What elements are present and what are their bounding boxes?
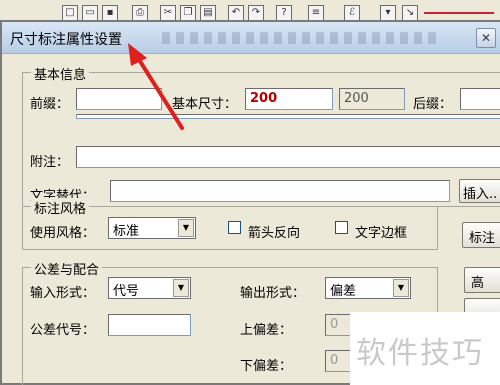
basic-info-group: 基本信息 前缀： 基本尺寸： 200 200 后缀： 附注： 文字替代： 插入.… xyxy=(22,64,500,207)
format-icon[interactable]: ℰ xyxy=(344,5,360,21)
close-icon[interactable]: ✕ xyxy=(476,28,496,48)
insert-button[interactable]: 插入.. xyxy=(459,179,500,203)
output-form-label: 输出形式： xyxy=(240,286,306,301)
layer-icon[interactable]: ≡ xyxy=(308,5,324,21)
chevron-down-icon[interactable]: ▼ xyxy=(173,279,189,297)
reverse-arrow-checkbox[interactable] xyxy=(228,221,241,234)
suffix-input[interactable] xyxy=(460,88,500,110)
use-style-select[interactable]: 标准 ▼ xyxy=(108,217,196,239)
reverse-arrow-label: 箭头反向 xyxy=(248,226,301,241)
print-icon[interactable]: ⎙ xyxy=(132,5,148,21)
text-replace-input[interactable] xyxy=(110,180,450,202)
color-dropdown-icon[interactable]: ▾ xyxy=(380,5,396,21)
upper-deviation-label: 上偏差： xyxy=(240,323,293,338)
style-group: 标注风格 使用风格： 标准 ▼ 箭头反向 文字边框 xyxy=(22,198,438,250)
note-label: 附注： xyxy=(30,155,70,170)
dialog-title: 尺寸标注属性设置 xyxy=(10,32,122,48)
line-color-swatch xyxy=(424,12,494,14)
undo-icon[interactable]: ↶ xyxy=(228,5,244,21)
blurred-toolbar-strip xyxy=(162,32,442,44)
text-border-checkbox[interactable] xyxy=(335,221,348,234)
text-border-label: 文字边框 xyxy=(355,226,408,241)
use-style-label: 使用风格： xyxy=(30,226,96,241)
new-file-icon[interactable]: □ xyxy=(62,5,78,21)
input-form-label: 输入形式： xyxy=(30,286,96,301)
watermark-text: 软件技巧 xyxy=(356,336,484,371)
basic-size-display: 200 xyxy=(339,88,405,110)
prefix-input[interactable] xyxy=(76,88,162,110)
tolerance-code-label: 公差代号： xyxy=(30,323,96,338)
chevron-down-icon[interactable]: ▼ xyxy=(393,279,409,297)
use-style-value: 标准 xyxy=(113,224,140,239)
prefix-label: 前缀： xyxy=(30,97,70,112)
chevron-down-icon[interactable]: ▼ xyxy=(178,219,194,237)
basic-size-input[interactable]: 200 xyxy=(245,88,333,110)
suffix-label: 后缀： xyxy=(413,97,453,112)
advanced-button[interactable]: 高 xyxy=(464,267,500,293)
pointer-icon[interactable]: ↘ xyxy=(402,5,418,21)
save-icon[interactable]: ▪ xyxy=(102,5,118,21)
tolerance-code-input[interactable] xyxy=(108,314,191,336)
tolerance-legend: 公差与配合 xyxy=(31,259,103,278)
input-form-value: 代号 xyxy=(113,284,140,299)
output-form-value: 偏差 xyxy=(330,284,357,299)
help-icon[interactable]: ? xyxy=(276,5,292,21)
note-upper-field[interactable] xyxy=(76,114,500,119)
basic-size-label: 基本尺寸： xyxy=(172,97,238,112)
style-settings-button[interactable]: 标注 xyxy=(462,222,500,248)
redo-icon[interactable]: ↷ xyxy=(248,5,264,21)
input-form-select[interactable]: 代号 ▼ xyxy=(108,277,191,299)
style-group-legend: 标注风格 xyxy=(31,198,90,217)
copy-icon[interactable]: ❐ xyxy=(180,5,196,21)
lower-deviation-label: 下偏差： xyxy=(240,359,293,374)
note-input[interactable] xyxy=(76,146,500,168)
dialog-titlebar[interactable]: 尺寸标注属性设置 ✕ xyxy=(2,22,500,54)
cut-icon[interactable]: ✂ xyxy=(160,5,176,21)
open-folder-icon[interactable]: ▭ xyxy=(82,5,98,21)
paste-icon[interactable]: ▤ xyxy=(200,5,216,21)
output-form-select[interactable]: 偏差 ▼ xyxy=(325,277,411,299)
basic-info-legend: 基本信息 xyxy=(31,64,90,83)
